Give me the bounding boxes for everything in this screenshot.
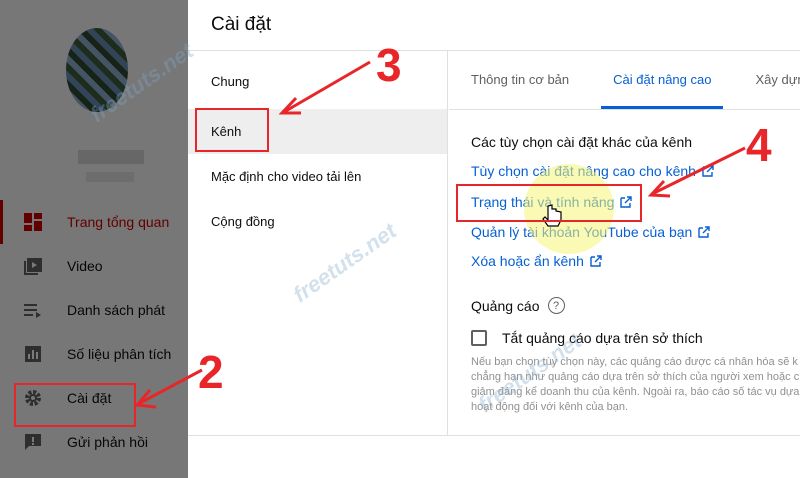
- ads-section-title: Quảng cáo ?: [471, 297, 565, 314]
- video-icon: [22, 255, 44, 277]
- settings-nav-upload-defaults[interactable]: Mặc định cho video tải lên: [188, 154, 447, 199]
- channel-avatar[interactable]: [66, 28, 128, 112]
- sidebar-item-label: Trang tổng quan: [67, 214, 170, 230]
- sidebar-item-label: Gửi phản hồi: [67, 434, 148, 450]
- external-link-icon: [620, 196, 633, 208]
- external-link-icon: [590, 255, 602, 267]
- link-label: Xóa hoặc ẩn kênh: [471, 253, 584, 269]
- gear-icon: [22, 387, 44, 409]
- link-label: Trạng thái và tính năng: [471, 194, 615, 210]
- description-line: chẳng hạn như quảng cáo dựa trên sở thíc…: [471, 371, 800, 383]
- link-label: Quản lý tài khoản YouTube của bạn: [471, 224, 693, 240]
- dashboard-icon: [22, 211, 44, 233]
- tab-basic-info[interactable]: Thông tin cơ bản: [449, 50, 591, 109]
- step-number-2: 2: [198, 346, 224, 398]
- channel-subtitle-blurred: [86, 172, 134, 182]
- manage-youtube-account-link[interactable]: Quản lý tài khoản YouTube của bạn: [471, 224, 711, 240]
- step-number-4: 4: [746, 119, 772, 171]
- description-line: hoạt động đối với kênh của bạn.: [471, 401, 629, 413]
- sidebar-item-label: Danh sách phát: [67, 302, 166, 318]
- sidebar-item-playlists[interactable]: Danh sách phát: [0, 288, 188, 332]
- description-line: giảm đáng kể doanh thu của kênh. Ngoài r…: [471, 386, 800, 398]
- sidebar-item-label: Cài đặt: [67, 390, 112, 406]
- sidebar-item-feedback[interactable]: Gửi phản hồi: [0, 420, 188, 464]
- settings-tabs: Thông tin cơ bản Cài đặt nâng cao Xây dự…: [449, 51, 800, 110]
- feedback-icon: [22, 431, 44, 453]
- description-line: Nếu bạn chọn tùy chọn này, các quảng cáo…: [471, 356, 798, 368]
- ads-title-label: Quảng cáo: [471, 297, 540, 314]
- sidebar-item-dashboard[interactable]: Trang tổng quan: [0, 200, 188, 244]
- tab-branding[interactable]: Xây dựng: [733, 50, 800, 109]
- sidebar-item-settings[interactable]: Cài đặt: [0, 376, 188, 420]
- sidebar-item-label: Số liệu phân tích: [67, 346, 172, 362]
- analytics-icon: [22, 343, 44, 365]
- disable-interest-ads-checkbox[interactable]: [471, 330, 487, 346]
- tab-advanced-settings[interactable]: Cài đặt nâng cao: [591, 50, 733, 109]
- settings-nav-channel[interactable]: Kênh: [188, 109, 447, 154]
- settings-dialog: Cài đặt Chung Kênh Mặc định cho video tả…: [188, 0, 800, 436]
- channel-name-blurred: [78, 150, 144, 164]
- sidebar-item-analytics[interactable]: Số liệu phân tích: [0, 332, 188, 376]
- status-and-features-link[interactable]: Trạng thái và tính năng: [471, 194, 633, 210]
- settings-nav-community[interactable]: Cộng đồng: [188, 199, 447, 244]
- sidebar-item-video[interactable]: Video: [0, 244, 188, 288]
- checkbox-label: Tắt quảng cáo dựa trên sở thích: [502, 330, 703, 346]
- playlist-icon: [22, 299, 44, 321]
- help-icon[interactable]: ?: [547, 297, 565, 314]
- link-label: Tùy chọn cài đặt nâng cao cho kênh: [471, 163, 696, 179]
- external-link-icon: [698, 226, 711, 238]
- delete-or-hide-channel-link[interactable]: Xóa hoặc ẩn kênh: [471, 253, 602, 269]
- advanced-channel-settings-link[interactable]: Tùy chọn cài đặt nâng cao cho kênh: [471, 163, 714, 179]
- external-link-icon: [702, 165, 714, 177]
- step-number-3: 3: [376, 39, 402, 91]
- sidebar-nav: Trang tổng quan Video Danh sách phát Số …: [0, 200, 188, 464]
- dialog-title: Cài đặt: [211, 14, 272, 35]
- section-title: Các tùy chọn cài đặt khác của kênh: [471, 134, 693, 150]
- settings-nav: Chung Kênh Mặc định cho video tải lên Cộ…: [188, 51, 448, 436]
- studio-sidebar: Trang tổng quan Video Danh sách phát Số …: [0, 0, 188, 478]
- settings-nav-general[interactable]: Chung: [188, 59, 447, 104]
- interest-ads-option[interactable]: Tắt quảng cáo dựa trên sở thích: [471, 330, 703, 346]
- sidebar-item-label: Video: [67, 258, 103, 274]
- ads-description: Nếu bạn chọn tùy chọn này, các quảng cáo…: [471, 355, 800, 415]
